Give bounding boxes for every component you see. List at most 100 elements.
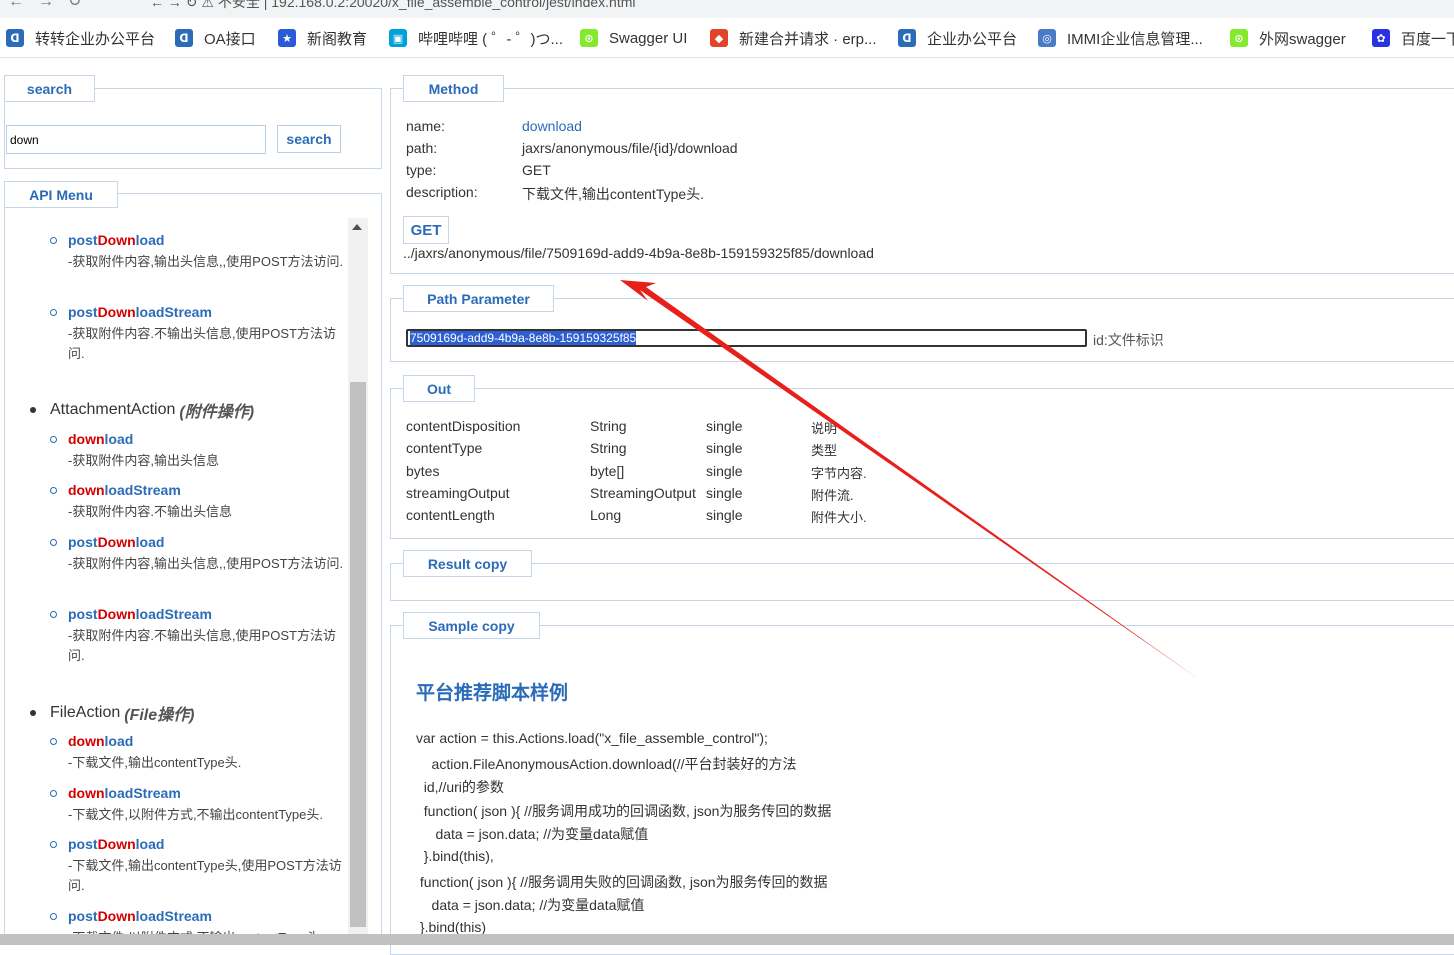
- bookmark-label: 哔哩哔哩 ( ゜- ゜)つ...: [418, 30, 563, 48]
- out-table-cell: contentLength: [406, 507, 495, 524]
- swagger-icon: ⊙: [580, 29, 598, 47]
- method-path-value: jaxrs/anonymous/file/{id}/download: [522, 140, 738, 156]
- api-group-name: AttachmentAction: [50, 401, 176, 418]
- app-icon: ᗡ: [175, 29, 193, 47]
- scroll-up-icon[interactable]: [352, 224, 362, 230]
- out-table-cell: String: [590, 418, 627, 434]
- star-icon: ★: [278, 29, 296, 47]
- bullet-icon: [50, 436, 57, 443]
- bullet-icon: [30, 407, 36, 413]
- out-table-cell: byte[]: [590, 462, 625, 479]
- api-group-cn-name: (File操作): [124, 707, 195, 724]
- api-item-title[interactable]: postDownload: [68, 534, 164, 550]
- api-item-description: -获取附件内容,输出头信息: [68, 453, 219, 468]
- search-button[interactable]: search: [277, 125, 341, 153]
- menu-scrollbar[interactable]: [348, 218, 368, 934]
- out-table-cell: single: [706, 418, 743, 434]
- api-item-title[interactable]: postDownloadStream: [68, 606, 212, 622]
- method-legend: Method: [403, 75, 504, 102]
- app-icon: ᗡ: [898, 29, 916, 47]
- bookmarks-bar: ᗡ 转转企业办公平台 ᗡ OA接口 ★ 新阁教育 ▣ 哔哩哔哩 ( ゜- ゜)つ... ⊙ Swa…: [0, 18, 1454, 58]
- method-description-label: description:: [406, 184, 478, 200]
- address-url[interactable]: ← → ↻ ⚠ 不安全 | 192.168.0.2:20020/x_file_a…: [150, 0, 636, 12]
- bullet-icon: [50, 841, 57, 848]
- api-item-title[interactable]: postDownloadStream: [68, 908, 212, 924]
- bookmark-label: OA接口: [204, 30, 256, 48]
- api-item-description: -下载文件,输出contentType头,使用POST方法访问.: [68, 858, 342, 893]
- bookmark-item[interactable]: ✿ 百度一下: [1372, 27, 1454, 49]
- code-line: action.FileAnonymousAction.download(//平台…: [416, 755, 797, 772]
- api-item-title[interactable]: download: [68, 733, 133, 749]
- api-item-description: -获取附件内容.不输出头信息,使用POST方法访问.: [68, 628, 336, 663]
- api-item-title[interactable]: postDownloadStream: [68, 304, 212, 320]
- method-description-value: 下载文件,输出contentType头.: [522, 186, 705, 202]
- api-item-description: -获取附件内容.不输出头信息,使用POST方法访问.: [68, 326, 336, 361]
- api-item-title[interactable]: postDownload: [68, 232, 164, 248]
- out-table-cell: single: [706, 507, 743, 524]
- out-table-cell: streamingOutput: [406, 484, 510, 501]
- out-table-cell: 附件大小.: [811, 510, 867, 526]
- code-line: id,//uri的参数: [416, 779, 504, 796]
- swagger-icon: ⊙: [1230, 29, 1248, 47]
- out-table-cell: single: [706, 484, 743, 501]
- out-table-cell: single: [706, 462, 743, 479]
- out-legend: Out: [403, 375, 475, 402]
- bookmark-item[interactable]: ★ 新阁教育: [278, 27, 367, 49]
- bookmark-label: IMMI企业信息管理...: [1067, 30, 1203, 48]
- api-group-title: AttachmentAction (附件操作): [30, 398, 254, 422]
- path-id-input[interactable]: 7509169d-add9-4b9a-8e8b-159159325f85: [406, 329, 1087, 347]
- globe-icon: ◎: [1038, 29, 1056, 47]
- code-line: }.bind(this),: [416, 848, 494, 864]
- api-group-cn-name: (附件操作): [179, 404, 255, 421]
- bookmark-item[interactable]: ◎ IMMI企业信息管理...: [1038, 27, 1203, 49]
- api-item-title[interactable]: postDownload: [68, 836, 164, 852]
- api-group-name: FileAction: [50, 704, 121, 721]
- bookmark-item[interactable]: ◆ 新建合并请求 · erp...: [710, 27, 877, 49]
- scrollbar-thumb[interactable]: [350, 382, 366, 927]
- out-table-cell: 字节内容.: [811, 465, 867, 481]
- path-parameter-legend: Path Parameter: [403, 285, 554, 312]
- bullet-icon: [50, 738, 57, 745]
- code-line: function( json ){ //服务调用失败的回调函数, json为服务…: [416, 873, 828, 890]
- method-type-label: type:: [406, 162, 437, 178]
- bookmark-item[interactable]: ᗡ 企业办公平台: [898, 27, 1017, 49]
- api-group-title: FileAction (File操作): [30, 701, 194, 725]
- api-menu-legend: API Menu: [4, 181, 118, 208]
- bookmark-label: 外网swagger: [1259, 30, 1346, 48]
- path-id-note: id:文件标识: [1093, 332, 1164, 348]
- bookmark-label: Swagger UI: [609, 29, 688, 47]
- code-line: data = json.data; //为变量data赋值: [416, 826, 649, 843]
- out-table-cell: bytes: [406, 462, 440, 479]
- out-table-cell: String: [590, 440, 627, 457]
- bookmark-item[interactable]: ⊙ 外网swagger: [1230, 27, 1346, 49]
- horizontal-scrollbar[interactable]: [0, 934, 1454, 945]
- sample-copy-legend[interactable]: Sample copy: [403, 612, 540, 639]
- api-item-title[interactable]: downloadStream: [68, 482, 181, 498]
- browser-nav-icons[interactable]: ←→↻: [8, 0, 95, 11]
- address-bar[interactable]: ←→↻ ← → ↻ ⚠ 不安全 | 192.168.0.2:20020/x_fi…: [0, 0, 1454, 18]
- result-copy-legend[interactable]: Result copy: [403, 550, 532, 577]
- api-menu-list[interactable]: postDownload -获取附件内容,输出头信息,,使用POST方法访问. po…: [6, 218, 368, 934]
- get-request-button[interactable]: GET: [403, 216, 449, 244]
- code-line: var action = this.Actions.load("x_file_a…: [416, 730, 768, 746]
- bookmark-label: 新建合并请求 · erp...: [739, 30, 877, 48]
- result-panel: [390, 563, 1454, 601]
- api-item-title[interactable]: downloadStream: [68, 785, 181, 801]
- bookmark-item[interactable]: ⊙ Swagger UI: [580, 27, 687, 49]
- api-item-title[interactable]: download: [68, 431, 133, 447]
- bookmark-item[interactable]: ᗡ OA接口: [175, 27, 256, 49]
- bullet-icon: [50, 237, 57, 244]
- method-name-label: name:: [406, 118, 445, 134]
- bullet-icon: [50, 309, 57, 316]
- request-url: ../jaxrs/anonymous/file/7509169d-add9-4b…: [403, 245, 874, 261]
- bookmark-item[interactable]: ▣ 哔哩哔哩 ( ゜- ゜)つ...: [389, 27, 563, 49]
- app-icon: ᗡ: [6, 29, 24, 47]
- gitlab-icon: ◆: [710, 29, 728, 47]
- search-legend: search: [4, 75, 95, 102]
- method-name-value[interactable]: download: [522, 118, 582, 134]
- bookmark-label: 百度一下: [1401, 30, 1454, 48]
- bookmark-label: 转转企业办公平台: [35, 30, 156, 48]
- api-item-description: -下载文件,以附件方式,不输出contentType头.: [68, 807, 323, 822]
- search-input[interactable]: [6, 125, 266, 154]
- bookmark-item[interactable]: ᗡ 转转企业办公平台: [6, 27, 155, 49]
